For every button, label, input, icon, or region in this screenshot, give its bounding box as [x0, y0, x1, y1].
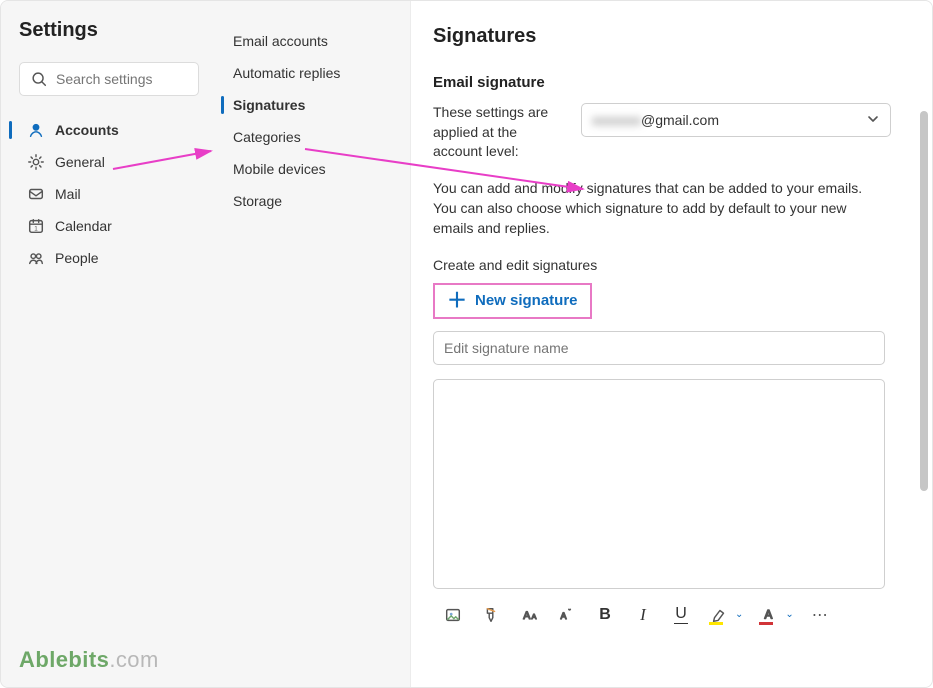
highlight-dropdown-icon[interactable]: ⌄: [735, 609, 743, 620]
signature-name-input[interactable]: [433, 331, 885, 365]
submenu-automatic-replies[interactable]: Automatic replies: [221, 57, 404, 89]
svg-text:A: A: [531, 612, 536, 621]
signatures-pane: Signatures Email signature These setting…: [411, 1, 932, 687]
signature-editor[interactable]: [433, 379, 885, 589]
search-input[interactable]: [56, 71, 237, 87]
submenu-categories[interactable]: Categories: [221, 121, 404, 153]
increase-font-button[interactable]: AA: [517, 603, 541, 627]
section-title: Email signature: [433, 74, 910, 91]
calendar-icon: 1: [27, 217, 45, 235]
svg-text:A: A: [560, 611, 566, 621]
help-text: You can add and modify signatures that c…: [433, 178, 883, 239]
sidebar-item-calendar[interactable]: 1 Calendar: [19, 210, 199, 242]
watermark-suffix: .com: [109, 647, 158, 672]
sidebar-item-mail[interactable]: Mail: [19, 178, 199, 210]
pane-scrollbar[interactable]: [920, 51, 928, 677]
plus-icon: ＋: [447, 291, 467, 311]
watermark-brand: Ablebits: [19, 647, 109, 672]
watermark: Ablebits.com: [19, 647, 159, 673]
bold-button[interactable]: B: [593, 603, 617, 627]
submenu-signatures[interactable]: Signatures: [221, 89, 404, 121]
italic-button[interactable]: I: [631, 603, 655, 627]
mail-icon: [27, 185, 45, 203]
sidebar-item-label: Mail: [55, 186, 81, 202]
person-icon: [27, 121, 45, 139]
submenu-mobile-devices[interactable]: Mobile devices: [221, 153, 404, 185]
account-masked: xxxxxxx: [592, 112, 641, 128]
sidebar-item-people[interactable]: People: [19, 242, 199, 274]
submenu-label: Automatic replies: [233, 65, 340, 81]
chevron-down-icon: [866, 112, 880, 129]
settings-title: Settings: [19, 19, 199, 42]
create-edit-label: Create and edit signatures: [433, 257, 910, 273]
format-painter-button[interactable]: [479, 603, 503, 627]
gear-icon: [27, 153, 45, 171]
submenu-label: Signatures: [233, 97, 305, 113]
submenu-label: Mobile devices: [233, 161, 326, 177]
insert-image-button[interactable]: [441, 603, 465, 627]
svg-text:ˇ: ˇ: [569, 609, 571, 615]
accounts-submenu: Email accounts Automatic replies Signatu…: [211, 1, 411, 687]
sidebar-item-label: Accounts: [55, 122, 119, 138]
scrollbar-thumb[interactable]: [920, 111, 928, 491]
svg-text:A: A: [765, 608, 773, 621]
font-color-dropdown-icon[interactable]: ⌄: [785, 609, 793, 620]
svg-text:1: 1: [34, 226, 38, 233]
sidebar-item-label: Calendar: [55, 218, 112, 234]
account-level-label: These settings are applied at the accoun…: [433, 103, 563, 162]
account-select-value: xxxxxxx@gmail.com: [592, 112, 719, 128]
settings-sidebar: Settings Accounts Genera: [1, 1, 211, 687]
font-color-button[interactable]: A: [757, 603, 781, 627]
submenu-label: Storage: [233, 193, 282, 209]
search-icon: [30, 70, 48, 88]
sidebar-item-label: People: [55, 250, 99, 266]
sidebar-item-label: General: [55, 154, 105, 170]
account-select[interactable]: xxxxxxx@gmail.com: [581, 103, 891, 137]
new-signature-label: New signature: [475, 292, 578, 309]
pane-title: Signatures: [433, 25, 910, 48]
submenu-label: Email accounts: [233, 33, 328, 49]
search-settings-field[interactable]: [19, 62, 199, 96]
decrease-font-button[interactable]: Aˇ: [555, 603, 579, 627]
sidebar-item-accounts[interactable]: Accounts: [19, 114, 199, 146]
submenu-storage[interactable]: Storage: [221, 185, 404, 217]
new-signature-button[interactable]: ＋ New signature: [433, 283, 592, 319]
account-suffix: @gmail.com: [641, 112, 719, 128]
underline-button[interactable]: U: [669, 603, 693, 627]
sidebar-item-general[interactable]: General: [19, 146, 199, 178]
people-icon: [27, 249, 45, 267]
svg-text:A: A: [523, 610, 531, 622]
submenu-email-accounts[interactable]: Email accounts: [221, 25, 404, 57]
submenu-label: Categories: [233, 129, 301, 145]
highlight-button[interactable]: [707, 603, 731, 627]
editor-toolbar: AA Aˇ B I U ⌄ A ⌄ ⋯: [433, 599, 885, 631]
more-options-button[interactable]: ⋯: [808, 603, 832, 627]
